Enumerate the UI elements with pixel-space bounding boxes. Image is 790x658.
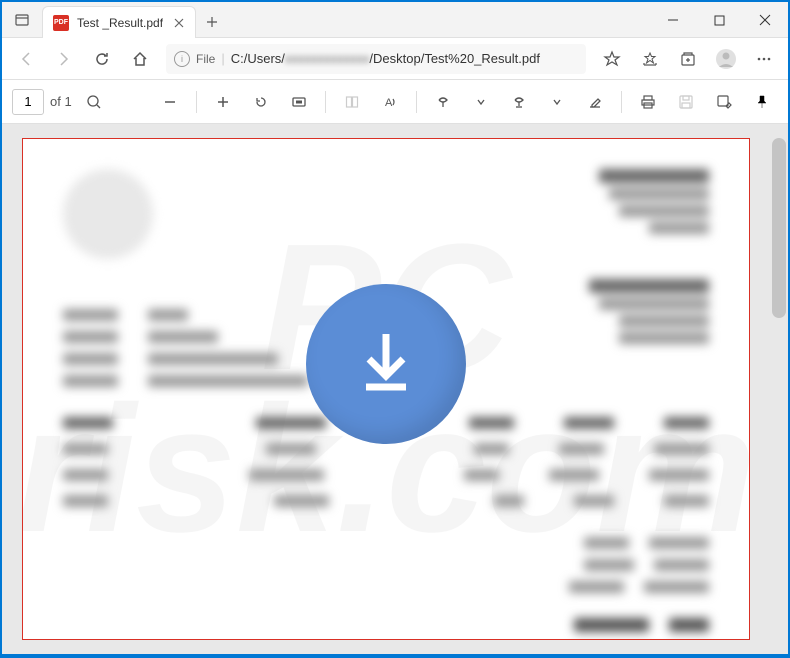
save-as-icon[interactable] xyxy=(708,86,740,118)
search-icon[interactable] xyxy=(78,86,110,118)
refresh-button[interactable] xyxy=(84,41,120,77)
pdf-toolbar: of 1 A xyxy=(2,80,788,124)
more-button[interactable] xyxy=(746,41,782,77)
info-icon[interactable]: i xyxy=(174,51,190,67)
svg-text:A: A xyxy=(385,97,393,109)
tab-actions-icon[interactable] xyxy=(2,2,42,37)
scrollbar-thumb[interactable] xyxy=(772,138,786,318)
url-path: C:/Users/xxxxxxxxxxxxx/Desktop/Test%20_R… xyxy=(231,51,540,66)
page-view-icon xyxy=(336,86,368,118)
chevron-down-icon[interactable] xyxy=(465,86,497,118)
window-controls xyxy=(650,2,788,37)
new-tab-button[interactable] xyxy=(196,6,228,37)
download-icon[interactable] xyxy=(306,284,466,444)
chevron-down-icon[interactable] xyxy=(541,86,573,118)
minimize-button[interactable] xyxy=(650,2,696,38)
tab[interactable]: PDF Test _Result.pdf xyxy=(42,6,196,38)
save-icon xyxy=(670,86,702,118)
fit-page-icon[interactable] xyxy=(283,86,315,118)
highlight-icon[interactable] xyxy=(503,86,535,118)
home-button[interactable] xyxy=(122,41,158,77)
maximize-button[interactable] xyxy=(696,2,742,38)
read-aloud-icon[interactable]: A xyxy=(374,86,406,118)
favorites-bar-button[interactable] xyxy=(632,41,668,77)
content-area: PCrisk.com xyxy=(2,124,788,654)
erase-icon[interactable] xyxy=(579,86,611,118)
browser-window: PDF Test _Result.pdf xyxy=(2,2,788,654)
draw-icon[interactable] xyxy=(427,86,459,118)
print-icon[interactable] xyxy=(632,86,664,118)
tab-title: Test _Result.pdf xyxy=(77,16,163,30)
close-window-button[interactable] xyxy=(742,2,788,38)
page-count-label: of 1 xyxy=(50,94,72,109)
collections-button[interactable] xyxy=(670,41,706,77)
favorite-button[interactable] xyxy=(594,41,630,77)
forward-button xyxy=(46,41,82,77)
pdf-file-icon: PDF xyxy=(53,15,69,31)
file-label: File xyxy=(196,52,215,66)
titlebar: PDF Test _Result.pdf xyxy=(2,2,788,38)
rotate-icon[interactable] xyxy=(245,86,277,118)
navbar: i File | C:/Users/xxxxxxxxxxxxx/Desktop/… xyxy=(2,38,788,80)
pdf-page: PCrisk.com xyxy=(22,138,750,640)
back-button xyxy=(8,41,44,77)
profile-button[interactable] xyxy=(708,41,744,77)
close-tab-icon[interactable] xyxy=(171,15,187,31)
zoom-out-icon[interactable] xyxy=(154,86,186,118)
zoom-in-icon[interactable] xyxy=(207,86,239,118)
page-number-input[interactable] xyxy=(12,89,44,115)
address-bar[interactable]: i File | C:/Users/xxxxxxxxxxxxx/Desktop/… xyxy=(166,44,586,74)
pin-icon[interactable] xyxy=(746,86,778,118)
